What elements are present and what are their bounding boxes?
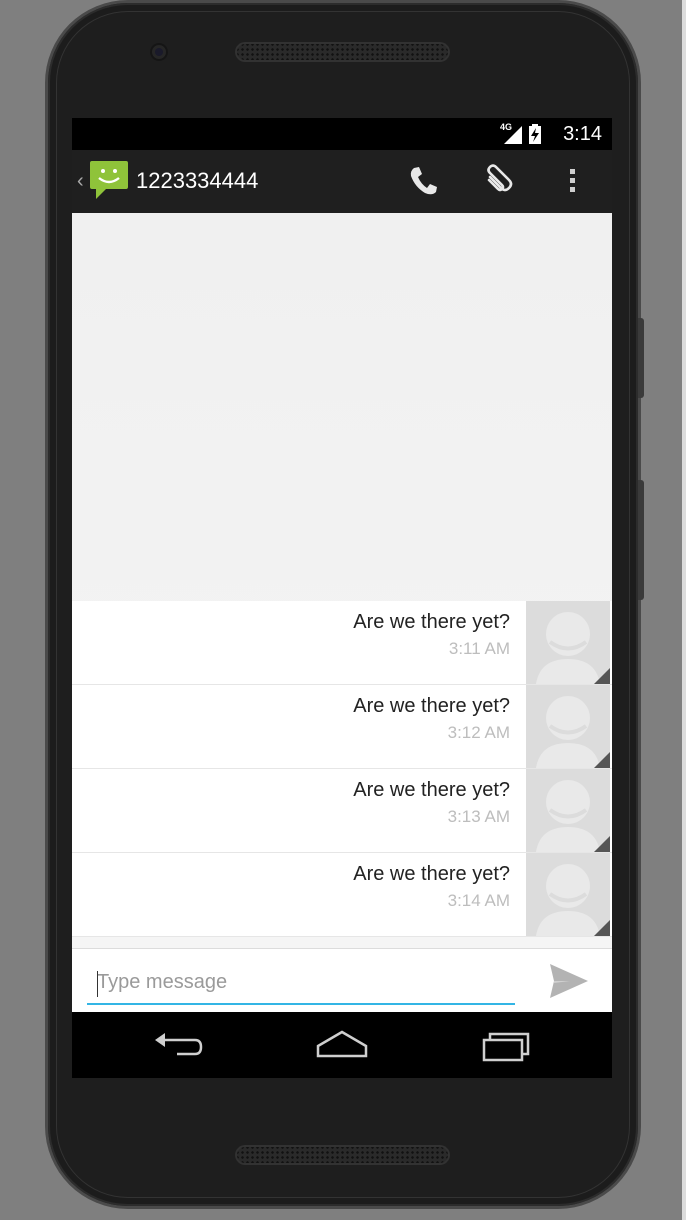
status-bar: 4G 3:14 [72, 118, 612, 150]
back-icon[interactable] [147, 1026, 207, 1066]
call-icon[interactable] [406, 163, 442, 199]
message-timestamp: 3:14 AM [447, 891, 510, 910]
contact-avatar[interactable] [526, 685, 610, 768]
avatar-corner-badge [594, 836, 610, 852]
send-icon[interactable] [546, 961, 590, 1001]
contact-avatar[interactable] [526, 853, 610, 936]
message-text: Are we there yet? [353, 863, 510, 885]
volume-button[interactable] [638, 318, 644, 398]
status-icons: 4G [500, 122, 550, 144]
avatar-corner-badge [594, 920, 610, 936]
attach-icon[interactable] [480, 163, 516, 199]
battery-icon [529, 124, 541, 144]
status-time: 3:14 [563, 123, 602, 145]
message-timestamp: 3:12 AM [447, 723, 510, 742]
message-item[interactable]: Are we there yet? 3:12 AM [72, 685, 612, 769]
message-text: Are we there yet? [353, 611, 510, 633]
avatar-corner-badge [594, 668, 610, 684]
contact-avatar[interactable] [526, 769, 610, 852]
message-item[interactable]: Are we there yet? 3:11 AM [72, 601, 612, 685]
message-text: Are we there yet? [353, 779, 510, 801]
top-speaker [235, 42, 450, 62]
device-screen: 4G 3:14 ‹ 1223334444 Are we there yet? 3… [72, 118, 612, 1078]
recents-icon[interactable] [476, 1026, 536, 1066]
power-button[interactable] [638, 480, 644, 600]
conversation-title: 1223334444 [136, 168, 259, 193]
navigation-bar [72, 1012, 612, 1078]
overflow-menu-icon[interactable] [554, 163, 590, 199]
message-input[interactable] [87, 961, 515, 1005]
avatar-corner-badge [594, 752, 610, 768]
action-bar: ‹ 1223334444 [72, 150, 612, 214]
message-list[interactable]: Are we there yet? 3:11 AM Are we there y… [72, 601, 612, 937]
message-timestamp: 3:11 AM [448, 639, 510, 658]
message-item[interactable]: Are we there yet? 3:13 AM [72, 769, 612, 853]
conversation-view[interactable]: Are we there yet? 3:11 AM Are we there y… [72, 213, 612, 948]
front-camera [150, 43, 168, 61]
signal-icon [504, 126, 522, 144]
message-text: Are we there yet? [353, 695, 510, 717]
contact-avatar[interactable] [526, 601, 610, 684]
message-timestamp: 3:13 AM [447, 807, 510, 826]
message-item[interactable]: Are we there yet? 3:14 AM [72, 853, 612, 937]
window-edge [682, 0, 686, 1220]
bottom-speaker [235, 1145, 450, 1165]
text-cursor [97, 971, 98, 997]
up-caret-icon[interactable]: ‹ [77, 170, 84, 193]
home-icon[interactable] [312, 1026, 372, 1066]
messaging-app-icon[interactable] [88, 159, 130, 201]
compose-bar [72, 948, 612, 1013]
